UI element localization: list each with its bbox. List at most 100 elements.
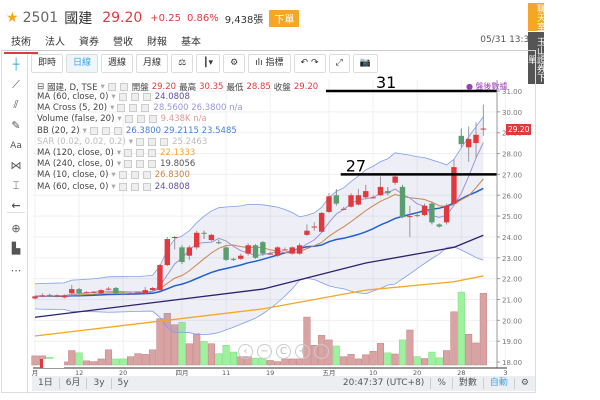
volume-bar [362, 354, 370, 366]
visibility-icon[interactable] [118, 182, 127, 191]
remove-icon[interactable] [148, 149, 157, 157]
visibility-icon[interactable] [89, 126, 98, 135]
y-tick-label: 28.00 [502, 151, 522, 159]
candle-body [407, 216, 413, 218]
high-value: 30.35 [199, 82, 224, 92]
remove-icon[interactable] [142, 171, 151, 180]
visibility-icon[interactable] [124, 160, 133, 169]
percent-toggle[interactable]: % [431, 378, 453, 389]
scroll-left-button[interactable]: ‹ [238, 344, 253, 359]
visibility-icon[interactable] [136, 137, 145, 146]
indicator-name: MA (60, close, 0) [37, 181, 109, 192]
indicator-name: SAR (0.02, 0.02, 0.2) [37, 136, 126, 147]
candle-body [282, 249, 288, 251]
dropdown-icon[interactable]: ▾ [111, 92, 115, 102]
visibility-icon[interactable] [124, 149, 133, 157]
volume-bar [340, 356, 348, 366]
settings-icon[interactable] [130, 171, 139, 180]
auto-scale-toggle[interactable]: 自動 [484, 378, 515, 389]
candle-body [245, 245, 251, 254]
after-hours-label[interactable]: ● 盤後數據 [466, 81, 508, 92]
settings-icon[interactable] [101, 126, 110, 135]
dropdown-icon[interactable]: ▾ [117, 148, 121, 158]
legend-row: MA (10, close, 0) ▾ 26.8300 [37, 170, 190, 180]
visibility-icon[interactable] [118, 171, 127, 180]
visibility-icon[interactable] [118, 93, 127, 101]
range-6m[interactable]: 6月 [60, 378, 88, 389]
dropdown-icon[interactable]: ▾ [117, 159, 121, 169]
legend-row: MA (240, close, 0) ▾ 19.8056 [37, 159, 195, 169]
remove-icon[interactable] [142, 93, 151, 101]
candle-body [363, 191, 369, 198]
legend-row: MA Cross (5, 20) ▾ 28.5600 26.3800 n/a [37, 103, 243, 113]
settings-icon[interactable] [129, 104, 138, 113]
visibility-icon[interactable] [124, 115, 133, 124]
remove-icon[interactable] [148, 160, 157, 169]
indicator-name: MA Cross (5, 20) [37, 103, 108, 114]
legend-row: SAR (0.02, 0.02, 0.2) ▾ 25.2463 [37, 137, 207, 147]
legend-row: MA (60, close, 0) ▾ 24.0808 [37, 92, 190, 102]
remove-icon[interactable] [160, 137, 169, 146]
indicator-values: 28.5600 26.3800 n/a [153, 103, 243, 114]
dropdown-icon[interactable]: ▾ [117, 114, 121, 124]
remove-icon[interactable] [113, 126, 122, 135]
zoom-out-button[interactable]: − [257, 344, 272, 359]
y-tick-label: 30.00 [502, 109, 522, 117]
range-1d[interactable]: 1日 [32, 378, 60, 389]
candle-body [260, 242, 266, 254]
zoom-in-button[interactable]: + [295, 344, 310, 359]
indicator-values: 22.1333 [160, 148, 196, 158]
remove-icon[interactable] [148, 115, 157, 124]
settings-icon[interactable] [136, 160, 145, 169]
reset-zoom-button[interactable]: C [276, 344, 291, 359]
collapse-icon[interactable]: ⊟ [37, 82, 44, 92]
remove-icon[interactable] [141, 104, 150, 113]
candle-body [238, 255, 244, 259]
range-3y[interactable]: 3y [87, 378, 112, 389]
volume-bar [149, 349, 157, 366]
y-tick-label: 23.00 [502, 255, 522, 263]
settings-icon[interactable] [130, 182, 139, 191]
indicator-name: Volume (false, 20) [37, 114, 115, 125]
visibility-icon[interactable] [117, 104, 126, 113]
scroll-right-button[interactable]: › [314, 344, 329, 359]
volume-bar [156, 318, 164, 366]
settings-icon[interactable] [136, 149, 145, 157]
indicator-values: 24.0808 [154, 92, 190, 102]
dropdown-icon[interactable]: ▾ [111, 170, 115, 180]
candle-body [47, 294, 53, 296]
dropdown-icon[interactable]: ▾ [129, 137, 133, 147]
range-5y[interactable]: 5y [112, 378, 135, 389]
settings-icon[interactable] [148, 137, 157, 146]
candle-body [208, 234, 215, 241]
candle-body [39, 295, 46, 297]
dropdown-icon[interactable]: ▾ [83, 126, 87, 136]
candle-body [127, 293, 134, 295]
volume-bar [413, 356, 421, 366]
dropdown-icon[interactable]: ▾ [111, 182, 115, 192]
volume-bar [31, 355, 39, 366]
volume-bar [259, 357, 267, 366]
settings-icon[interactable] [130, 93, 139, 101]
settings-icon[interactable] [136, 115, 145, 124]
volume-bar [376, 343, 384, 366]
remove-icon[interactable] [142, 182, 151, 191]
volume-bar [354, 358, 362, 366]
candle-body [443, 205, 450, 223]
zoom-controls: ‹ − C + › [238, 344, 329, 359]
dropdown-icon[interactable]: ▾ [110, 103, 114, 113]
y-tick-label: 27.00 [502, 171, 522, 179]
legend-row: MA (60, close, 0) ▾ 24.0808 [37, 182, 190, 192]
log-toggle[interactable]: 對數 [453, 378, 484, 389]
volume-bar [134, 353, 142, 366]
candle-body [164, 239, 170, 266]
scale-settings-icon[interactable]: ⚙ [515, 378, 535, 389]
volume-bar [288, 358, 296, 366]
candle-body [296, 245, 303, 254]
volume-bar [207, 343, 215, 366]
price-chart[interactable]: 312731.0030.0029.0028.0027.0026.0025.002… [0, 0, 600, 400]
indicator-values: 25.2463 [172, 136, 208, 147]
volume-bar [222, 344, 230, 366]
candle-body [267, 253, 273, 255]
y-tick-label: 18.00 [502, 359, 522, 367]
